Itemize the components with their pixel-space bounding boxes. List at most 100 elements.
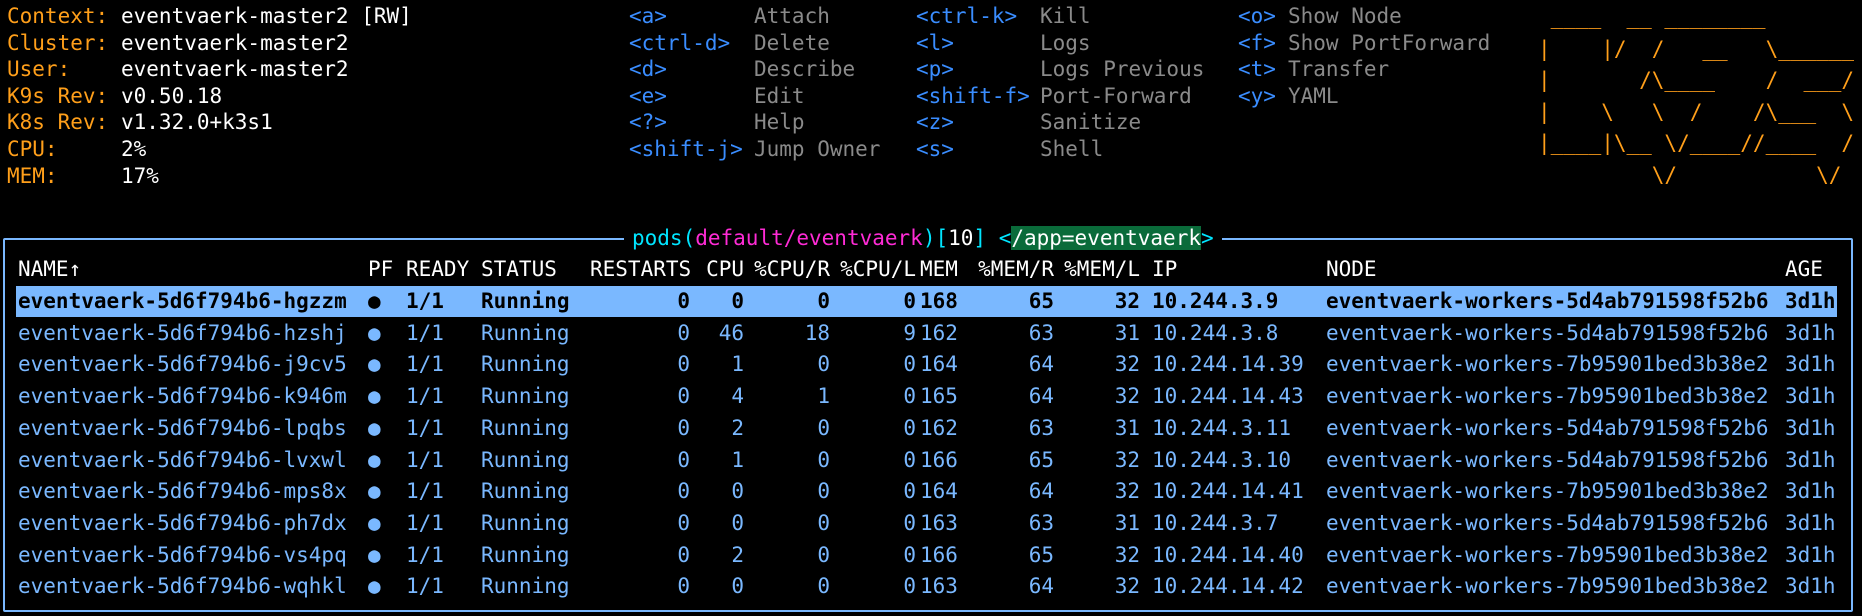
header-col-pf[interactable]: PF bbox=[368, 254, 396, 285]
cell-mem: 165 bbox=[920, 384, 958, 409]
cell-age: 3d1h bbox=[1785, 510, 1836, 535]
cell-mem-l: 31 bbox=[1114, 415, 1140, 440]
table-row[interactable]: eventvaerk-5d6f794b6-hzshj ● 1/1 Running 0 46… bbox=[18, 318, 1836, 349]
cell-pf: ● bbox=[368, 542, 381, 567]
info-label: MEM: bbox=[7, 163, 58, 188]
cell-restarts: 0 bbox=[677, 542, 690, 567]
cell-pf: ● bbox=[368, 574, 381, 599]
cell-status: Running bbox=[481, 320, 570, 345]
table-row[interactable]: eventvaerk-5d6f794b6-lpqbs ● 1/1 Running 0 2 0… bbox=[18, 413, 1836, 444]
cell-cpu-r: 0 bbox=[817, 289, 830, 313]
cell-cpu: 2 bbox=[731, 415, 744, 440]
cell-ip: 10.244.14.42 bbox=[1152, 574, 1304, 599]
cell-cpu-l: 0 bbox=[903, 384, 916, 409]
table-row[interactable]: eventvaerk-5d6f794b6-lvxwl ● 1/1 Running 0 1 0… bbox=[18, 445, 1836, 476]
cell-name: eventvaerk-5d6f794b6-mps8x bbox=[18, 479, 347, 504]
cell-cpu-l: 0 bbox=[903, 352, 916, 377]
cell-name: eventvaerk-5d6f794b6-k946m bbox=[18, 384, 347, 409]
label-filter: /app=eventvaerk bbox=[1011, 226, 1201, 250]
table-row[interactable]: eventvaerk-5d6f794b6-k946m ● 1/1 Running 0 4 1… bbox=[18, 381, 1836, 412]
cell-pf: ● bbox=[368, 415, 381, 440]
header-col-restarts[interactable]: RESTARTS bbox=[590, 254, 691, 285]
cell-ip: 10.244.14.39 bbox=[1152, 352, 1304, 377]
cell-age: 3d1h bbox=[1785, 542, 1836, 567]
cell-cpu-r: 0 bbox=[817, 510, 830, 535]
cell-mem-l: 31 bbox=[1114, 320, 1140, 345]
header-col-ready[interactable]: READY bbox=[406, 254, 476, 285]
cell-node: eventvaerk-workers-5d4ab791598f52b6 bbox=[1326, 289, 1769, 313]
cell-mem: 166 bbox=[920, 447, 958, 472]
cell-mem-r: 63 bbox=[1028, 320, 1054, 345]
cell-age: 3d1h bbox=[1785, 320, 1836, 345]
cell-mem-l: 32 bbox=[1114, 574, 1140, 599]
info-value: 17% bbox=[121, 163, 159, 188]
cell-cpu-l: 0 bbox=[903, 510, 916, 535]
cell-status: Running bbox=[481, 352, 570, 377]
cell-node: eventvaerk-workers-5d4ab791598f52b6 bbox=[1326, 415, 1769, 440]
header-col-cpu[interactable]: CPU bbox=[700, 254, 744, 285]
cell-mem: 163 bbox=[920, 574, 958, 599]
cell-cpu-r: 0 bbox=[817, 447, 830, 472]
cell-cpu: 46 bbox=[718, 320, 744, 345]
cell-name: eventvaerk-5d6f794b6-wqhkl bbox=[18, 574, 347, 599]
cell-status: Running bbox=[481, 447, 570, 472]
cell-status: Running bbox=[481, 542, 570, 567]
cell-ready: 1/1 bbox=[406, 510, 444, 535]
header-col-mem[interactable]: MEM bbox=[920, 254, 970, 285]
cell-restarts: 0 bbox=[677, 384, 690, 409]
cell-mem-l: 32 bbox=[1114, 289, 1140, 313]
header-col-cpu-r[interactable]: %CPU/R bbox=[750, 254, 830, 285]
cell-pf: ● bbox=[368, 479, 381, 504]
cell-cpu-r: 0 bbox=[817, 415, 830, 440]
cell-pf: ● bbox=[368, 510, 381, 535]
cell-ready: 1/1 bbox=[406, 447, 444, 472]
cell-node: eventvaerk-workers-5d4ab791598f52b6 bbox=[1326, 447, 1769, 472]
cell-cpu: 1 bbox=[731, 352, 744, 377]
cell-mem-r: 65 bbox=[1028, 447, 1054, 472]
cell-restarts: 0 bbox=[677, 320, 690, 345]
cell-name: eventvaerk-5d6f794b6-hgzzm bbox=[18, 289, 347, 313]
cell-mem-l: 32 bbox=[1114, 352, 1140, 377]
cell-mem-l: 32 bbox=[1114, 542, 1140, 567]
cell-name: eventvaerk-5d6f794b6-ph7dx bbox=[18, 510, 347, 535]
cell-restarts: 0 bbox=[677, 574, 690, 599]
table-row[interactable]: eventvaerk-5d6f794b6-wqhkl ● 1/1 Running 0 0 0… bbox=[18, 571, 1836, 602]
cell-age: 3d1h bbox=[1785, 574, 1836, 599]
cell-status: Running bbox=[481, 289, 570, 313]
header-col-ip[interactable]: IP bbox=[1152, 254, 1314, 285]
cell-pf: ● bbox=[368, 447, 381, 472]
header-col-age[interactable]: AGE bbox=[1785, 254, 1835, 285]
table-row[interactable]: eventvaerk-5d6f794b6-j9cv5 ● 1/1 Running 0 1 0… bbox=[18, 349, 1836, 380]
cell-ip: 10.244.14.43 bbox=[1152, 384, 1304, 409]
header-col-name[interactable]: NAME↑ bbox=[18, 254, 348, 285]
resource-name: pods bbox=[632, 226, 683, 250]
cell-mem-r: 64 bbox=[1028, 352, 1054, 377]
k9s-logo: ____ __ ________ | |/ / __ \______ | /\_… bbox=[1538, 5, 1855, 187]
cell-ip: 10.244.14.41 bbox=[1152, 479, 1304, 504]
header-col-mem-l[interactable]: %MEM/L bbox=[1064, 254, 1140, 285]
resource-count: 10 bbox=[948, 226, 974, 250]
cell-cpu: 1 bbox=[731, 447, 744, 472]
cell-cpu-l: 0 bbox=[903, 542, 916, 567]
header-col-status[interactable]: STATUS bbox=[481, 254, 591, 285]
table-row[interactable]: eventvaerk-5d6f794b6-vs4pq ● 1/1 Running 0 2 0… bbox=[18, 540, 1836, 571]
cell-ready: 1/1 bbox=[406, 352, 444, 377]
cell-mem-r: 64 bbox=[1028, 574, 1054, 599]
cell-ready: 1/1 bbox=[406, 542, 444, 567]
table-row[interactable]: eventvaerk-5d6f794b6-hgzzm ● 1/1 Running 0 0 0… bbox=[16, 286, 1837, 317]
table-row[interactable]: eventvaerk-5d6f794b6-mps8x ● 1/1 Running 0 0 0… bbox=[18, 476, 1836, 507]
cell-mem-r: 63 bbox=[1028, 510, 1054, 535]
header-col-node[interactable]: NODE bbox=[1326, 254, 1766, 285]
cell-cpu: 0 bbox=[731, 574, 744, 599]
cell-name: eventvaerk-5d6f794b6-lvxwl bbox=[18, 447, 347, 472]
table-row[interactable]: eventvaerk-5d6f794b6-ph7dx ● 1/1 Running 0 0 0… bbox=[18, 508, 1836, 539]
cell-ip: 10.244.3.8 bbox=[1152, 320, 1279, 345]
header-col-mem-r[interactable]: %MEM/R bbox=[976, 254, 1054, 285]
cell-name: eventvaerk-5d6f794b6-vs4pq bbox=[18, 542, 347, 567]
cell-status: Running bbox=[481, 510, 570, 535]
cell-cpu: 0 bbox=[731, 289, 744, 313]
cell-mem-l: 32 bbox=[1114, 479, 1140, 504]
cell-cpu-r: 0 bbox=[817, 479, 830, 504]
header-col-cpu-l[interactable]: %CPU/L bbox=[840, 254, 916, 285]
cell-ready: 1/1 bbox=[406, 479, 444, 504]
